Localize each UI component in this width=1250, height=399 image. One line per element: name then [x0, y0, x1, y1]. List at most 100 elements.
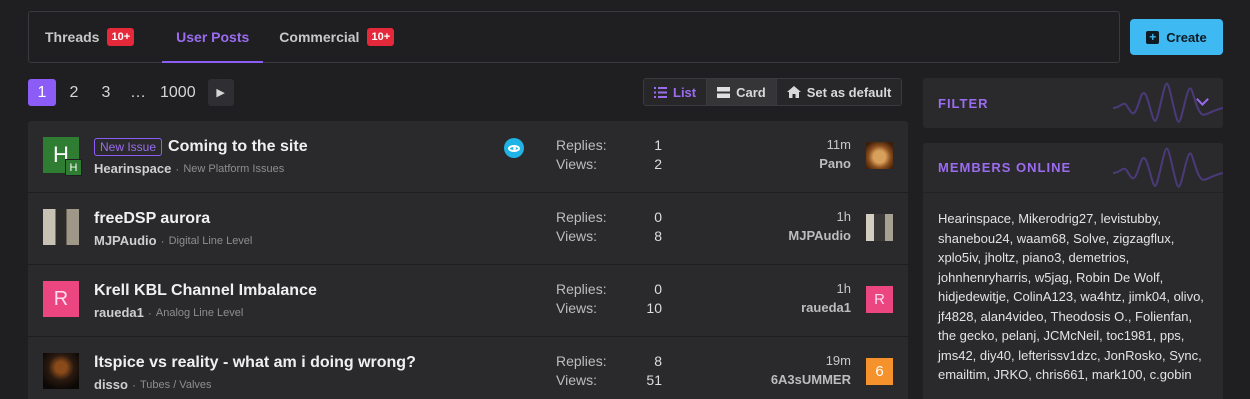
tab-label: Threads	[45, 29, 100, 45]
watched-eye-icon[interactable]	[504, 138, 524, 158]
views-label: Views:	[556, 372, 597, 388]
page-2[interactable]: 2	[60, 79, 88, 106]
wave-decoration	[1113, 82, 1223, 123]
views-count: 2	[654, 156, 662, 172]
count-badge: 10+	[367, 28, 395, 46]
thread-title[interactable]: Krell KBL Channel Imbalance	[94, 282, 317, 300]
filter-title: FILTER	[938, 95, 989, 111]
pagination: 1 2 3 … 1000 ▶	[28, 79, 238, 106]
avatar-letter: R	[874, 291, 885, 308]
avatar-letter: R	[53, 287, 69, 310]
avatar[interactable]	[43, 353, 79, 389]
thread-author[interactable]: Hearinspace	[94, 161, 171, 176]
chevron-right-icon: ▶	[216, 87, 225, 99]
tab-bar: Threads 10+ User Posts Commercial 10+	[28, 11, 1120, 63]
thread-title[interactable]: freeDSP aurora	[94, 210, 210, 228]
wave-decoration	[1113, 147, 1223, 188]
avatar-letter: 6	[875, 363, 884, 380]
last-poster-avatar[interactable]	[866, 142, 893, 169]
last-post-time[interactable]: 1h	[801, 281, 851, 300]
page-last[interactable]: 1000	[156, 79, 200, 106]
tab-threads[interactable]: Threads 10+	[45, 12, 135, 62]
separator-dot: ·	[175, 161, 180, 176]
last-post-time[interactable]: 19m	[771, 353, 851, 372]
separator-dot: ·	[160, 233, 165, 248]
replies-count: 8	[654, 353, 662, 369]
thread-prefix-tag[interactable]: New Issue	[94, 138, 163, 156]
create-label: Create	[1166, 29, 1207, 45]
avatar-badge: H	[65, 159, 82, 176]
avatar[interactable]: R	[43, 281, 79, 317]
last-poster-avatar[interactable]	[866, 214, 893, 241]
set-default-button[interactable]: Set as default	[775, 79, 902, 105]
thread-forum[interactable]: Tubes / Valves	[140, 379, 212, 391]
members-online-title: MEMBERS ONLINE	[938, 160, 1072, 175]
thread-author[interactable]: raueda1	[94, 305, 144, 320]
count-badge: 10+	[107, 28, 135, 46]
view-switcher: List Card Set as default	[643, 78, 903, 106]
views-count: 10	[646, 300, 662, 316]
tab-label: User Posts	[176, 29, 250, 45]
last-post-time[interactable]: 11m	[819, 137, 851, 156]
tab-user-posts[interactable]: User Posts	[162, 12, 264, 63]
thread-author[interactable]: MJPAudio	[94, 233, 157, 248]
views-label: Views:	[556, 156, 597, 172]
plus-icon: +	[1146, 30, 1160, 44]
page-ellipsis: …	[130, 83, 146, 101]
thread-forum[interactable]: New Platform Issues	[183, 163, 284, 175]
thread-list: H H New Issue Coming to the site Hearins…	[28, 121, 908, 399]
filter-widget: FILTER	[923, 78, 1223, 128]
thread-stats: Replies: 0 Views: 8	[556, 209, 662, 247]
thread-author[interactable]: disso	[94, 377, 128, 392]
create-button[interactable]: + Create	[1130, 19, 1223, 55]
card-view-button[interactable]: Card	[706, 79, 776, 105]
list-icon	[654, 86, 667, 98]
replies-label: Replies:	[556, 137, 607, 153]
list-view-button[interactable]: List	[644, 79, 707, 105]
separator-dot: ·	[131, 377, 136, 392]
thread-row[interactable]: ltspice vs reality - what am i doing wro…	[28, 337, 908, 399]
thread-forum[interactable]: Digital Line Level	[169, 235, 253, 247]
views-count: 51	[646, 372, 662, 388]
replies-label: Replies:	[556, 209, 607, 225]
last-post-user[interactable]: 6A3sUMMER	[771, 372, 851, 387]
thread-title[interactable]: Coming to the site	[168, 138, 308, 156]
last-poster-avatar[interactable]: 6	[866, 358, 893, 385]
replies-count: 1	[654, 137, 662, 153]
last-post-time[interactable]: 1h	[788, 209, 851, 228]
filter-header[interactable]: FILTER	[923, 78, 1223, 128]
members-online-list[interactable]: Hearinspace, Mikerodrig27, levistubby, s…	[923, 193, 1223, 399]
thread-title[interactable]: ltspice vs reality - what am i doing wro…	[94, 354, 416, 372]
thread-row[interactable]: freeDSP aurora MJPAudio · Digital Line Le…	[28, 193, 908, 265]
card-label: Card	[736, 84, 766, 100]
thread-stats: Replies: 0 Views: 10	[556, 281, 662, 319]
thread-stats: Replies: 8 Views: 51	[556, 353, 662, 391]
tab-commercial[interactable]: Commercial 10+	[279, 12, 395, 62]
set-default-label: Set as default	[806, 84, 892, 100]
page-1[interactable]: 1	[28, 79, 56, 106]
list-label: List	[673, 84, 697, 100]
thread-forum[interactable]: Analog Line Level	[156, 307, 243, 319]
replies-count: 0	[654, 209, 662, 225]
page-3[interactable]: 3	[92, 79, 120, 106]
views-count: 8	[654, 228, 662, 244]
replies-label: Replies:	[556, 281, 607, 297]
avatar[interactable]: H H	[43, 137, 82, 176]
tab-label: Commercial	[279, 29, 360, 45]
next-page-button[interactable]: ▶	[207, 79, 234, 106]
replies-label: Replies:	[556, 353, 607, 369]
replies-count: 0	[654, 281, 662, 297]
last-post-user[interactable]: Pano	[819, 156, 851, 171]
thread-row[interactable]: R Krell KBL Channel Imbalance raueda1 · A…	[28, 265, 908, 337]
last-poster-avatar[interactable]: R	[866, 286, 893, 313]
last-post-user[interactable]: MJPAudio	[788, 228, 851, 243]
separator-dot: ·	[147, 305, 152, 320]
members-online-widget: MEMBERS ONLINE Hearinspace, Mikerodrig27…	[923, 143, 1223, 399]
thread-row[interactable]: H H New Issue Coming to the site Hearins…	[28, 121, 908, 193]
members-online-header: MEMBERS ONLINE	[923, 143, 1223, 193]
views-label: Views:	[556, 300, 597, 316]
card-icon	[717, 86, 731, 98]
thread-stats: Replies: 1 Views: 2	[556, 137, 662, 175]
last-post-user[interactable]: raueda1	[801, 300, 851, 315]
avatar[interactable]	[43, 209, 79, 245]
